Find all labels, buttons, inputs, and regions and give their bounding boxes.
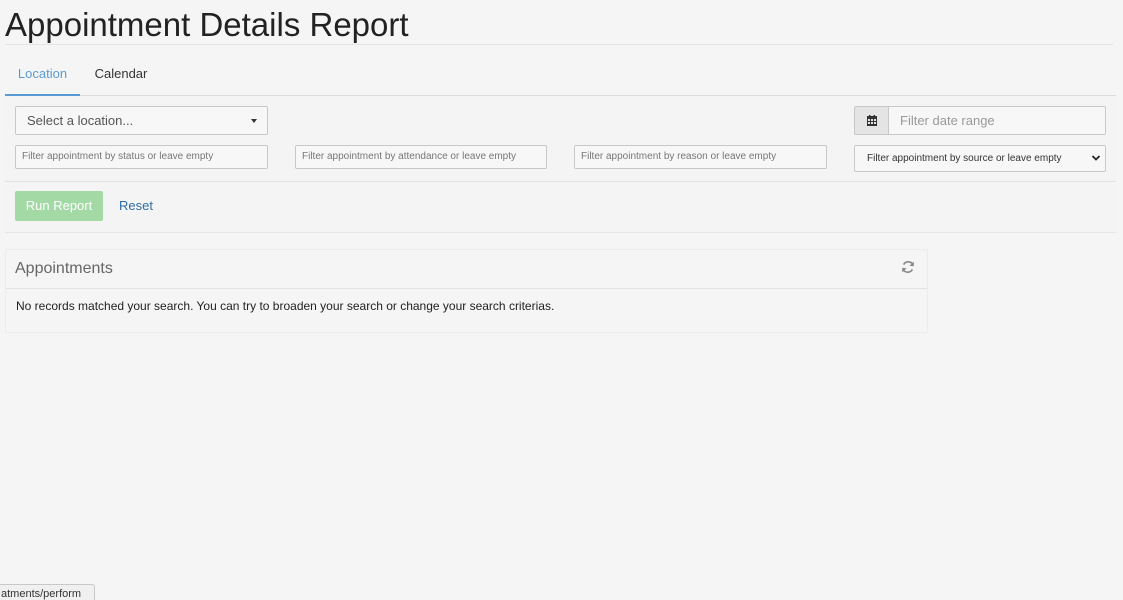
attendance-filter-input[interactable]: Filter appointment by attendance or leav… — [295, 145, 547, 169]
page-title: Appointment Details Report — [5, 6, 409, 43]
caret-down-icon — [251, 119, 257, 123]
tab-calendar[interactable]: Calendar — [90, 55, 152, 94]
appointments-panel: Appointments No records matched your sea… — [5, 249, 928, 333]
date-range-input[interactable]: Filter date range — [888, 106, 1106, 135]
location-select-value: Select a location... — [27, 113, 134, 128]
run-report-button[interactable]: Run Report — [15, 191, 103, 221]
tab-location[interactable]: Location — [5, 55, 80, 96]
refresh-icon[interactable] — [901, 260, 915, 274]
location-select[interactable]: Select a location... — [15, 106, 268, 135]
filter-panel: Select a location... Filter date range F… — [5, 96, 1116, 233]
status-filter-input[interactable]: Filter appointment by status or leave em… — [15, 145, 268, 169]
date-range-group: Filter date range — [854, 106, 1106, 135]
calendar-icon — [867, 115, 877, 126]
reset-link[interactable]: Reset — [119, 191, 153, 221]
calendar-addon[interactable] — [854, 106, 889, 135]
filter-divider — [5, 181, 1116, 182]
title-divider — [5, 44, 1113, 45]
report-tabs: Location Calendar — [5, 55, 1116, 96]
chevron-down-icon — [1091, 155, 1101, 161]
status-bar-url: atments/perform — [0, 584, 95, 600]
empty-results-message: No records matched your search. You can … — [16, 299, 555, 313]
panel-divider — [6, 288, 927, 289]
source-filter-select[interactable]: Filter appointment by source or leave em… — [854, 145, 1106, 172]
appointments-title: Appointments — [15, 260, 113, 277]
reason-filter-input[interactable]: Filter appointment by reason or leave em… — [574, 145, 827, 169]
source-filter-value: Filter appointment by source or leave em… — [867, 153, 1062, 164]
